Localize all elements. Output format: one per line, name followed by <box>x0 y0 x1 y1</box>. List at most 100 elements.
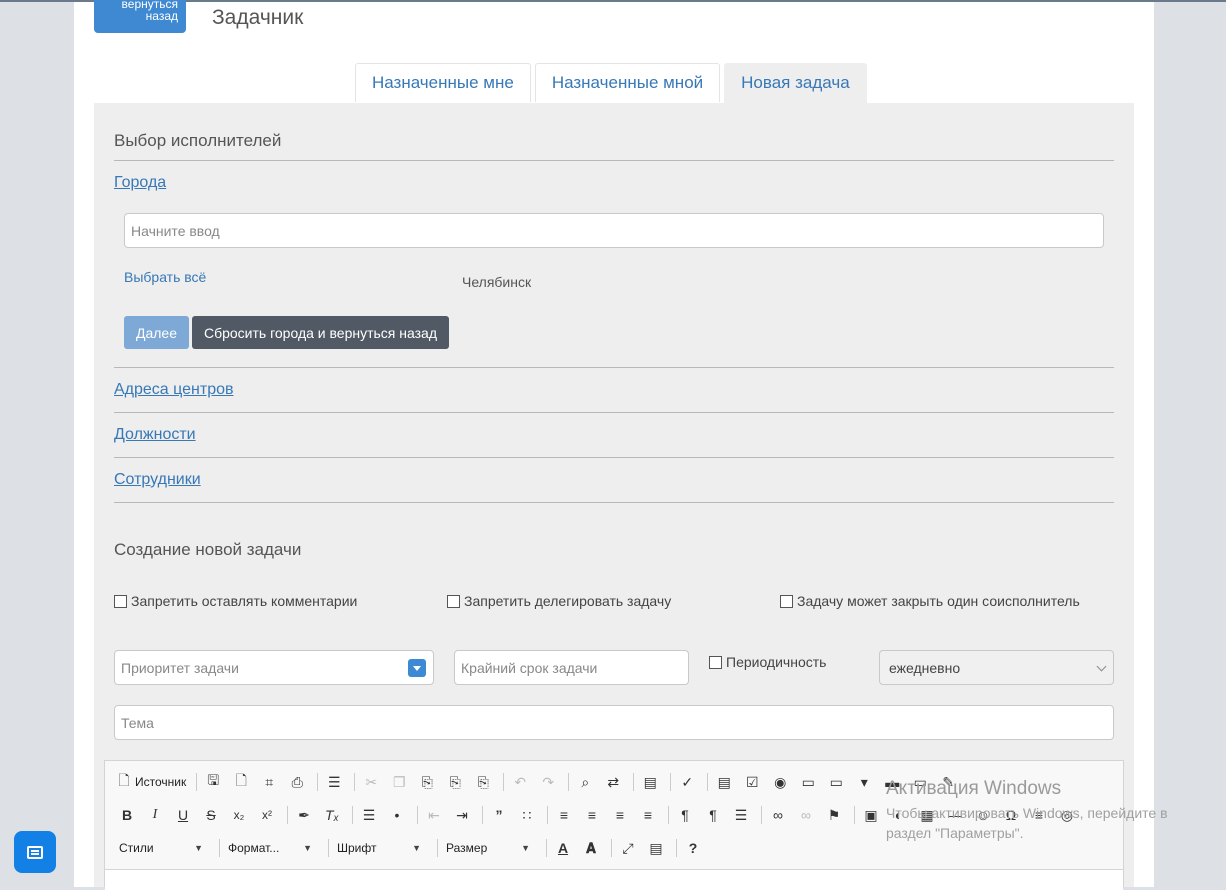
preview-icon[interactable]: ⌗ <box>257 770 281 794</box>
remove-format-icon[interactable]: Tₓ <box>320 803 344 827</box>
paste-icon[interactable]: ⎘ <box>415 770 439 794</box>
text-color-icon[interactable]: A <box>551 836 575 860</box>
toolbar-separator <box>611 839 612 857</box>
periodic-checkbox[interactable]: Периодичность <box>709 654 826 670</box>
select-all-icon[interactable]: ▤ <box>638 770 662 794</box>
undo-icon[interactable]: ↶ <box>508 770 532 794</box>
toolbar-separator <box>503 773 505 791</box>
numbered-list-icon[interactable]: ☰ <box>357 803 381 827</box>
forbid-comments-checkbox[interactable]: Запретить оставлять комментарии <box>114 593 357 609</box>
new-task-section-title: Создание новой задачи <box>114 540 302 559</box>
styles-combo[interactable]: Стили ▼ <box>115 837 207 859</box>
ltr-icon[interactable]: ¶ <box>673 803 697 827</box>
forbid-delegate-checkbox[interactable]: Запретить делегировать задачу <box>447 593 671 609</box>
bold-icon[interactable]: B <box>115 803 139 827</box>
text-field-icon[interactable]: ▭ <box>796 770 820 794</box>
maximize-icon[interactable]: ⤢ <box>616 836 640 860</box>
unlink-icon[interactable]: ∞ <box>794 803 818 827</box>
print-icon[interactable]: ⎙ <box>285 770 309 794</box>
checkbox-icon[interactable]: ☑ <box>740 770 764 794</box>
paste-word-icon[interactable]: ⎘ <box>471 770 495 794</box>
align-right-icon[interactable]: ≡ <box>608 803 632 827</box>
back-button[interactable]: вернуться назад <box>94 0 186 33</box>
toolbar-separator <box>287 806 288 824</box>
windows-activation-title: Активация Windows <box>886 778 1062 799</box>
radio-icon[interactable]: ◉ <box>768 770 792 794</box>
toolbar-separator <box>761 806 762 824</box>
strike-icon[interactable]: S <box>199 803 223 827</box>
templates-icon[interactable]: ☰ <box>322 770 346 794</box>
link-icon[interactable]: ∞ <box>766 803 790 827</box>
font-combo[interactable]: Шрифт ▼ <box>333 837 425 859</box>
outdent-icon[interactable]: ⇤ <box>422 803 446 827</box>
font-label: Шрифт <box>337 841 377 855</box>
size-combo[interactable]: Размер ▼ <box>442 837 534 859</box>
bulleted-list-icon[interactable]: • <box>385 803 409 827</box>
align-center-icon[interactable]: ≡ <box>580 803 604 827</box>
anchor-flag-icon[interactable]: ⚑ <box>822 803 846 827</box>
new-page-icon[interactable]: 🗋 <box>229 770 253 794</box>
toolbar-separator <box>633 773 635 791</box>
positions-link[interactable]: Должности <box>114 426 196 444</box>
cities-link[interactable]: Города <box>114 174 166 192</box>
chat-button[interactable] <box>14 831 56 873</box>
checkbox-box[interactable] <box>114 594 127 608</box>
source-button[interactable]: 🗋 Источник <box>115 770 186 794</box>
copy-format-icon[interactable]: ✒ <box>292 803 316 827</box>
left-margin <box>0 2 74 887</box>
underline-icon[interactable]: U <box>171 803 195 827</box>
indent-icon[interactable]: ⇥ <box>450 803 474 827</box>
toolbar-separator <box>352 806 353 824</box>
rtl-icon[interactable]: ¶ <box>701 803 725 827</box>
replace-icon[interactable]: ⇄ <box>601 770 625 794</box>
deadline-input[interactable]: Крайний срок задачи <box>454 650 689 685</box>
single-close-checkbox[interactable]: Задачу может закрыть один соисполнитель <box>780 593 1080 609</box>
select-all-link[interactable]: Выбрать всё <box>124 269 206 285</box>
italic-icon[interactable]: I <box>143 803 167 827</box>
addresses-link[interactable]: Адреса центров <box>114 381 234 399</box>
tab-assigned-by-me[interactable]: Назначенные мной <box>534 63 721 102</box>
form-icon[interactable]: ▤ <box>712 770 736 794</box>
checkbox-box[interactable] <box>709 655 722 669</box>
reset-cities-button[interactable]: Сбросить города и вернуться назад <box>192 316 449 349</box>
format-combo[interactable]: Формат... ▼ <box>224 837 316 859</box>
periodicity-select[interactable]: ежедневно <box>879 650 1114 685</box>
copy-icon[interactable]: ❐ <box>387 770 411 794</box>
next-button[interactable]: Далее <box>124 316 189 349</box>
help-icon[interactable]: ? <box>681 836 705 860</box>
subject-placeholder: Тема <box>121 714 154 731</box>
chevron-down-icon[interactable] <box>408 659 426 677</box>
toolbar-separator <box>568 773 570 791</box>
language-icon[interactable]: ☰ <box>729 803 753 827</box>
div-container-icon[interactable]: ∷ <box>515 803 539 827</box>
checkbox-box[interactable] <box>780 594 793 608</box>
employees-link[interactable]: Сотрудники <box>114 471 201 489</box>
subscript-icon[interactable]: x₂ <box>227 803 251 827</box>
toolbar-separator <box>854 806 855 824</box>
spellcheck-icon[interactable]: ✓ <box>675 770 699 794</box>
paste-text-icon[interactable]: ⎘ <box>443 770 467 794</box>
single-close-label: Задачу может закрыть один соисполнитель <box>797 593 1080 609</box>
show-blocks-icon[interactable]: ▤ <box>644 836 668 860</box>
textarea-icon[interactable]: ▭ <box>824 770 848 794</box>
toolbar-separator <box>546 839 547 857</box>
save-icon[interactable]: 🖫 <box>201 770 225 794</box>
city-item-chelyabinsk[interactable]: Челябинск <box>462 274 531 290</box>
blockquote-icon[interactable]: ” <box>487 803 511 827</box>
align-left-icon[interactable]: ≡ <box>552 803 576 827</box>
redo-icon[interactable]: ↷ <box>536 770 560 794</box>
checkbox-box[interactable] <box>447 594 460 608</box>
superscript-icon[interactable]: x² <box>255 803 279 827</box>
cut-icon[interactable]: ✂ <box>359 770 383 794</box>
find-icon[interactable]: ⌕ <box>573 770 597 794</box>
image-icon[interactable]: ▣ <box>859 803 883 827</box>
bg-color-icon[interactable]: 𝐀 <box>579 836 603 860</box>
select-field-icon[interactable]: ▾ <box>852 770 876 794</box>
toolbar-separator <box>328 839 329 857</box>
city-search-input[interactable]: Начните ввод <box>124 213 1104 248</box>
tab-assigned-to-me[interactable]: Назначенные мне <box>355 63 531 102</box>
tab-new-task[interactable]: Новая задача <box>724 63 867 103</box>
subject-input[interactable]: Тема <box>114 705 1114 740</box>
priority-dropdown[interactable]: Приоритет задачи <box>114 650 434 685</box>
align-justify-icon[interactable]: ≡ <box>636 803 660 827</box>
